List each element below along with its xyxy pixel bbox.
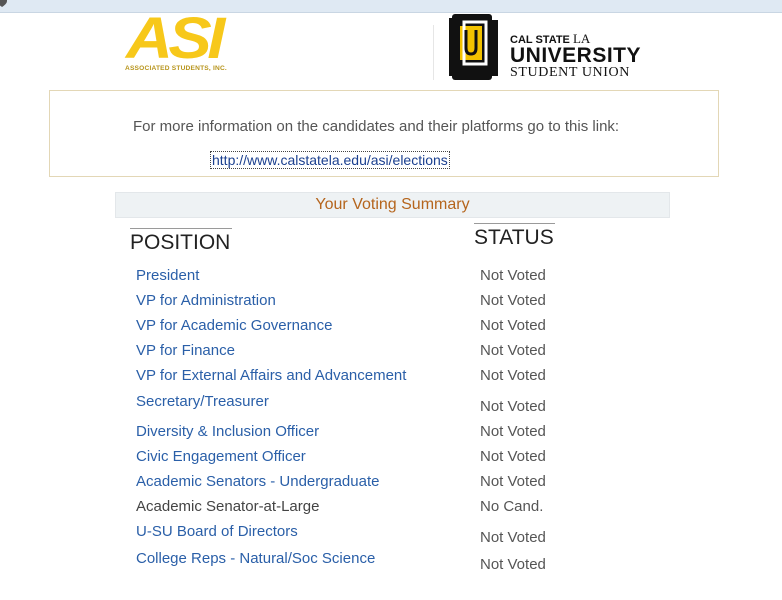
asi-logo-subtitle: ASSOCIATED STUDENTS, INC. [125,65,227,72]
position-6[interactable]: Secretary/Treasurer [136,393,782,413]
voting-summary-header: Your Voting Summary [115,192,670,218]
position-1[interactable]: President [136,267,782,287]
status-6: Not Voted [480,398,546,415]
status-12: Not Voted [480,556,546,573]
shield-icon [0,0,7,7]
position-8[interactable]: Civic Engagement Officer [136,448,782,468]
status-5: Not Voted [480,367,546,384]
status-11: Not Voted [480,529,546,546]
status-3: Not Voted [480,317,546,334]
asi-logo-letters: ASI [126,6,225,71]
position-11[interactable]: U-SU Board of Directors [136,523,782,543]
usu-emblem-icon [449,14,498,80]
logo-divider [433,25,434,80]
status-1: Not Voted [480,267,546,284]
browser-top-bar [0,0,782,13]
status-8: Not Voted [480,448,546,465]
status-9: Not Voted [480,473,546,490]
position-10: Academic Senator-at-Large [136,498,320,515]
status-2: Not Voted [480,292,546,309]
position-2[interactable]: VP for Administration [136,292,782,312]
info-text: For more information on the candidates a… [133,118,620,135]
position-12[interactable]: College Reps - Natural/Soc Science [136,550,782,570]
university-student-union-logo: CAL STATE LA UNIVERSITY STUDENT UNION [448,14,648,84]
position-3[interactable]: VP for Academic Governance [136,317,782,337]
position-9[interactable]: Academic Senators - Undergraduate [136,473,782,493]
position-7[interactable]: Diversity & Inclusion Officer [136,423,782,443]
position-4[interactable]: VP for Finance [136,342,782,362]
elections-link[interactable]: http://www.calstatela.edu/asi/elections [210,151,450,169]
info-box: For more information on the candidates a… [49,90,719,177]
status-4: Not Voted [480,342,546,359]
csula-university: UNIVERSITY [510,44,642,67]
status-column-header: STATUS [474,223,555,250]
position-column-header: POSITION [130,228,232,255]
asi-logo: ASI ASSOCIATED STUDENTS, INC. [125,10,255,76]
position-5[interactable]: VP for External Affairs and Advancement [136,367,782,387]
status-10: No Cand. [480,498,544,515]
csula-student-union: STUDENT UNION [510,65,630,80]
status-7: Not Voted [480,423,546,440]
